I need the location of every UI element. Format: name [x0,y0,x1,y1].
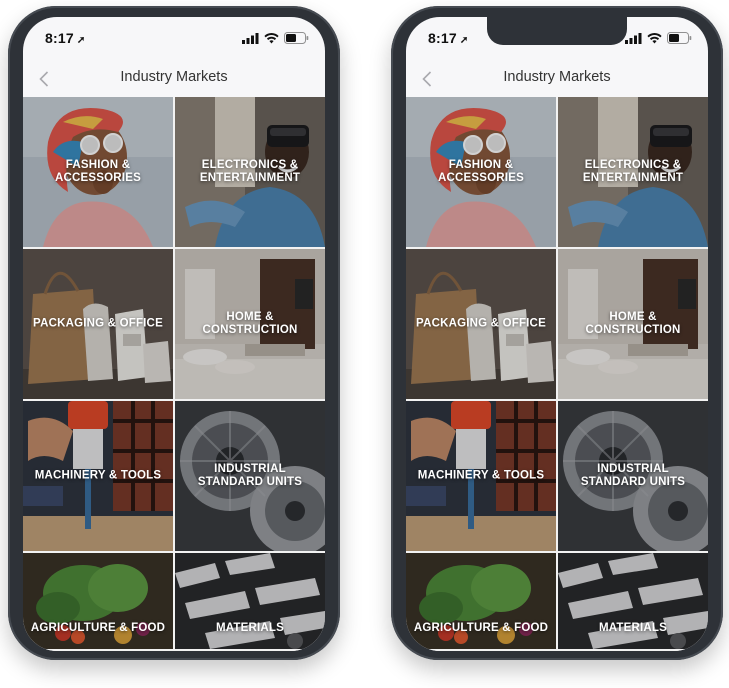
category-label: AGRICULTURE & FOOD [30,622,166,634]
category-tile-materials[interactable]: MATERIALS [558,553,708,649]
category-tile-agriculture[interactable]: AGRICULTURE & FOOD [406,553,556,649]
category-label: HOME & CONSTRUCTION [585,311,681,336]
nav-bar: Industry Markets [406,61,708,97]
category-label: MACHINERY & TOOLS [34,469,162,482]
location-arrow-icon: ➚ [459,35,469,46]
location-arrow-icon: ➚ [76,35,86,46]
category-tile-home[interactable]: HOME & CONSTRUCTION [175,249,325,399]
phone-screen: 8:17 ➚ Industry Markets FASHION & ACCESS… [406,17,708,651]
status-icons [625,32,692,44]
category-tile-packaging[interactable]: PACKAGING & OFFICE [406,249,556,399]
category-label: FASHION & ACCESSORIES [438,159,524,184]
status-time-text: 8:17 [428,30,457,46]
category-tile-industrial[interactable]: INDUSTRIAL STANDARD UNITS [558,401,708,551]
category-label: FASHION & ACCESSORIES [55,159,141,184]
page-title: Industry Markets [503,69,611,85]
category-tile-machinery[interactable]: MACHINERY & TOOLS [406,401,556,551]
cellular-signal-icon [625,32,642,44]
category-label: PACKAGING & OFFICE [33,317,163,330]
status-bar: 8:17 ➚ [23,17,325,61]
category-label: ELECTRONICS & ENTERTAINMENT [199,159,301,184]
status-time: 8:17 ➚ [45,30,85,46]
category-label: HOME & CONSTRUCTION [202,311,298,336]
category-tile-fashion[interactable]: FASHION & ACCESSORIES [406,97,556,247]
status-time: 8:17 ➚ [428,30,468,46]
battery-icon [667,32,692,44]
category-tile-agriculture[interactable]: AGRICULTURE & FOOD [23,553,173,649]
category-label: INDUSTRIAL STANDARD UNITS [197,463,303,488]
category-tile-industrial[interactable]: INDUSTRIAL STANDARD UNITS [175,401,325,551]
wifi-icon [264,32,279,43]
category-tile-materials[interactable]: MATERIALS [175,553,325,649]
category-label: PACKAGING & OFFICE [416,317,546,330]
category-tile-machinery[interactable]: MACHINERY & TOOLS [23,401,173,551]
category-label: MATERIALS [215,622,285,634]
cellular-signal-icon [242,32,259,44]
phone-frame-left: 8:17 ➚ Industry Markets FASHION & ACCESS… [8,6,340,660]
category-label: MATERIALS [598,622,668,634]
wifi-icon [647,32,662,43]
category-grid: FASHION & ACCESSORIES ELECTRONICS & ENTE… [406,97,708,651]
category-label: ELECTRONICS & ENTERTAINMENT [582,159,684,184]
nav-bar: Industry Markets [23,61,325,97]
category-tile-fashion[interactable]: FASHION & ACCESSORIES [23,97,173,247]
phone-notch [487,17,627,45]
status-time-text: 8:17 [45,30,74,46]
category-tile-electronics[interactable]: ELECTRONICS & ENTERTAINMENT [558,97,708,247]
phone-frame-right: 8:17 ➚ Industry Markets FASHION & ACCESS… [391,6,723,660]
category-tile-home[interactable]: HOME & CONSTRUCTION [558,249,708,399]
category-tile-electronics[interactable]: ELECTRONICS & ENTERTAINMENT [175,97,325,247]
phone-screen: 8:17 ➚ Industry Markets FASHION & ACCESS… [23,17,325,651]
category-grid: FASHION & ACCESSORIES ELECTRONICS & ENTE… [23,97,325,651]
category-label: AGRICULTURE & FOOD [413,622,549,634]
page-title: Industry Markets [120,69,228,85]
status-icons [242,32,309,44]
category-label: INDUSTRIAL STANDARD UNITS [580,463,686,488]
category-label: MACHINERY & TOOLS [417,469,545,482]
battery-icon [284,32,309,44]
category-tile-packaging[interactable]: PACKAGING & OFFICE [23,249,173,399]
